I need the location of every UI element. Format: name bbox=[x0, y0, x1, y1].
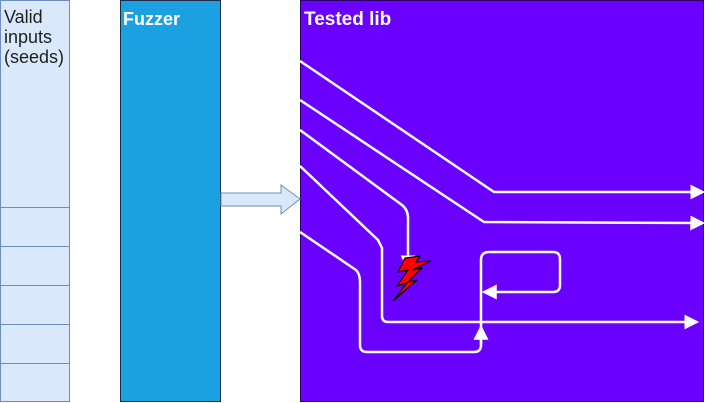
fuzzing-diagram: Valid inputs (seeds) Fuzzer Tested lib bbox=[0, 0, 716, 403]
execution-path-2 bbox=[299, 98, 706, 231]
lightning-bolt-icon bbox=[392, 255, 432, 302]
fuzzer-to-lib-arrow bbox=[220, 184, 301, 216]
diagram-overlay bbox=[220, 59, 706, 354]
execution-path-3 bbox=[299, 128, 416, 271]
execution-path-1 bbox=[299, 59, 706, 200]
execution-path-5 bbox=[299, 230, 562, 354]
